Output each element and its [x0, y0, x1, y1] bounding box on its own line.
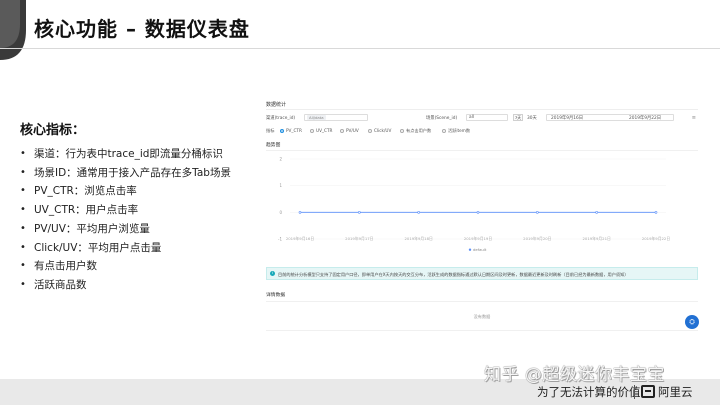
data-point: [476, 211, 480, 214]
dashboard-title: 数据统计: [266, 102, 287, 108]
data-point: [358, 211, 361, 214]
slide: 核心功能 – 数据仪表盘 核心指标： 渠道：行为表中trace_id即流量分桶标…: [0, 0, 720, 405]
radio-uv-ctr[interactable]: UV_CTR: [310, 128, 332, 133]
x-tick-label: 2019年9月19日: [464, 236, 493, 241]
radio-dot-icon: [340, 128, 344, 133]
scene-label: 场景(Scene_id): [426, 116, 458, 121]
data-point: [298, 211, 302, 214]
title-divider: [0, 48, 720, 49]
radio-pv-uv[interactable]: PV/UV: [340, 128, 359, 133]
footer-brand: 阿里云: [658, 385, 693, 399]
bullet-item: PV/UV：平均用户浏览量: [20, 220, 231, 239]
date-start: 2019年9月16日: [551, 116, 584, 121]
channel-tag[interactable]: All/data: [307, 115, 326, 120]
metric-label: 指标: [266, 128, 275, 133]
bullet-item: UV_CTR：用户点击率: [20, 201, 231, 220]
y-tick-label: 1: [279, 183, 282, 188]
data-point: [417, 211, 420, 214]
x-tick-label: 2019年9月21日: [583, 236, 612, 241]
bullet-item: 活跃商品数: [20, 276, 231, 295]
period-30d-button[interactable]: 30天: [527, 115, 537, 121]
footer-divider: [634, 385, 635, 399]
empty-state-text: 没有数据: [473, 314, 491, 319]
detail-table: 没有数据: [266, 301, 698, 331]
radio-clicked-users[interactable]: 有点击用户数: [400, 128, 431, 134]
radio-click-uv[interactable]: Click/UV: [368, 128, 391, 133]
scene-value: all: [469, 115, 475, 120]
metric-bullet-list: 渠道：行为表中trace_id即流量分桶标识 场景ID：通常用于接入产品存在多T…: [20, 145, 231, 295]
radio-dot-icon: [400, 128, 404, 133]
info-icon: i: [270, 271, 275, 276]
bullet-item: Click/UV：平均用户点击量: [20, 239, 231, 258]
x-tick-label: 2019年9月18日: [405, 236, 434, 241]
metric-radio-group: 指标 PV_CTR UV_CTR PV/UV Click/UV 有点击用户数 活…: [266, 127, 698, 135]
period-7d-button[interactable]: 7天: [513, 114, 523, 121]
bullet-item: 场景ID：通常用于接入产品存在多Tab场景: [20, 164, 231, 183]
y-tick-label: 2: [279, 157, 282, 162]
detail-title: 详情数据: [266, 293, 286, 298]
legend-label: default: [473, 247, 487, 252]
notice-text: 目前的统计分析模型只支持了固定用户口径，即单用户在X天内按天的交互分布，活跃生成…: [278, 271, 629, 277]
y-tick-label: 0: [279, 210, 282, 215]
bullet-item: 有点击用户数: [20, 257, 231, 276]
radio-pv-ctr[interactable]: PV_CTR: [280, 128, 302, 133]
divider: [266, 109, 698, 110]
footer-slogan: 为了无法计算的价值: [537, 385, 641, 399]
radio-dot-icon: [310, 128, 314, 133]
data-point: [654, 211, 658, 214]
radio-dot-icon: [442, 128, 446, 133]
x-tick-label: 2019年9月16日: [286, 236, 315, 241]
legend-marker: [468, 248, 472, 251]
radio-active-items[interactable]: 活跃item数: [442, 128, 470, 134]
channel-label: 渠道(trace_id): [266, 116, 296, 121]
data-point: [595, 211, 598, 214]
y-tick-label: -1: [278, 237, 282, 242]
section-heading: 核心指标：: [20, 123, 86, 138]
bullet-item: PV_CTR：浏览点击率: [20, 182, 231, 201]
radio-dot-icon: [368, 128, 372, 133]
x-tick-label: 2019年9月17日: [345, 236, 374, 241]
date-end: 2019年9月22日: [629, 116, 662, 121]
trend-chart: 2 1 0 -1 2019年9月16日 2019年9月17日 2019年9月18日 2019年…: [266, 150, 698, 260]
watermark: 知乎 @超级迷你丰宝宝: [484, 365, 665, 385]
aliyun-logo-icon: [641, 385, 655, 398]
floating-help-icon[interactable]: ⛭: [685, 315, 699, 329]
trend-chart-svg: 2 1 0 -1 2019年9月16日 2019年9月17日 2019年9月18日 2019年…: [278, 157, 671, 253]
chart-title: 趋势图: [266, 143, 281, 148]
page-title: 核心功能 – 数据仪表盘: [34, 17, 250, 41]
data-point: [536, 211, 539, 214]
bullet-item: 渠道：行为表中trace_id即流量分桶标识: [20, 145, 231, 164]
x-tick-label: 2019年9月22日: [642, 236, 671, 241]
filter-bar: 渠道(trace_id) All/data 场景(Scene_id) all 7…: [266, 113, 698, 123]
dashboard-screenshot: 数据统计 渠道(trace_id) All/data 场景(Scene_id) …: [262, 98, 702, 338]
x-tick-label: 2019年9月20日: [523, 236, 552, 241]
menu-icon[interactable]: ≡: [692, 115, 696, 121]
info-notice: i 目前的统计分析模型只支持了固定用户口径，即单用户在X天内按天的交互分布，活跃…: [266, 267, 698, 280]
radio-dot-icon: [280, 128, 284, 133]
